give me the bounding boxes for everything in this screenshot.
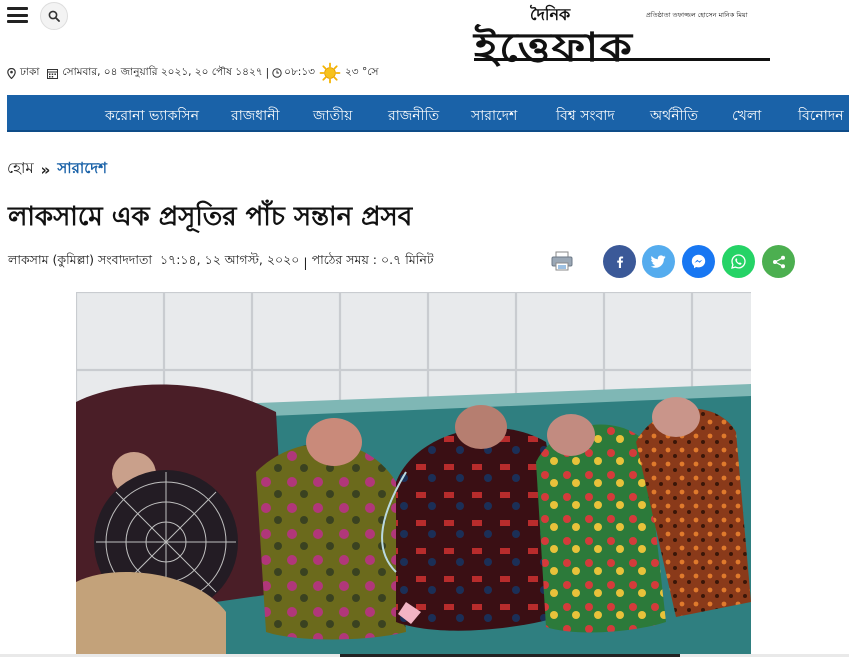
facebook-icon — [616, 256, 623, 268]
print-icon[interactable] — [551, 251, 573, 271]
article-meta: লাকসাম (কুমিল্লা) সংবাদদাতা ১৭:১৪, ১২ আগ… — [8, 252, 434, 272]
messenger-icon — [691, 254, 706, 269]
twitter-icon — [651, 255, 666, 268]
nav-item-capital[interactable]: রাজধানী — [231, 104, 280, 128]
location-pin-icon — [7, 67, 16, 79]
whatsapp-share-button[interactable] — [722, 245, 755, 278]
main-nav: করোনা ভ্যাকসিন রাজধানী জাতীয় রাজনীতি সা… — [7, 95, 849, 132]
meta-divider: | — [303, 254, 308, 270]
location-text: ঢাকা — [20, 65, 40, 78]
time-text: ০৮:১৩ — [284, 65, 315, 78]
calendar-icon — [47, 68, 59, 79]
logo-underline — [474, 58, 770, 61]
logo-tagline: প্রতিষ্ঠাতা তফাজ্জল হোসেন মানিক মিয়া — [646, 11, 748, 19]
messenger-share-button[interactable] — [682, 245, 715, 278]
nav-item-entertainment[interactable]: বিনোদন — [798, 104, 844, 128]
sharethis-share-button[interactable] — [762, 245, 795, 278]
whatsapp-icon — [731, 254, 746, 269]
menu-icon[interactable] — [7, 7, 28, 23]
nav-item-politics[interactable]: রাজনীতি — [388, 104, 439, 128]
search-button[interactable] — [40, 2, 68, 30]
temperature-text: ২৩ °সে — [344, 65, 379, 78]
reading-time-value: ০.৭ মিনিট — [381, 252, 434, 267]
site-logo[interactable]: দৈনিক প্রতিষ্ঠাতা তফাজ্জল হোসেন মানিক মি… — [474, 4, 774, 71]
breadcrumb: হোম » সারাদেশ — [7, 157, 107, 182]
article-reporter: লাকসাম (কুমিল্লা) সংবাদদাতা — [8, 252, 152, 267]
divider: | — [265, 67, 270, 79]
breadcrumb-section[interactable]: সারাদেশ — [57, 157, 107, 182]
breadcrumb-home[interactable]: হোম — [7, 157, 34, 182]
article-photo — [76, 292, 751, 657]
nav-item-world-news[interactable]: বিশ্ব সংবাদ — [556, 104, 615, 128]
sun-weather-icon — [319, 62, 341, 84]
article-title: লাকসামে এক প্রসূতির পাঁচ সন্তান প্রসব — [8, 202, 413, 232]
clock-icon — [272, 68, 282, 78]
info-bar: ঢাকা সোমবার, ০৪ জানুয়ারি ২০২১, ২০ পৌষ ১… — [7, 62, 379, 84]
share-icon — [772, 255, 785, 268]
nav-item-countrywide[interactable]: সারাদেশ — [471, 104, 517, 128]
search-icon — [48, 10, 60, 22]
article-published: ১৭:১৪, ১২ আগস্ট, ২০২০ — [159, 252, 300, 267]
facebook-share-button[interactable] — [603, 245, 636, 278]
photo-newborns-illustration — [76, 292, 751, 657]
nav-item-national[interactable]: জাতীয় — [313, 104, 352, 128]
nav-item-sports[interactable]: খেলা — [732, 104, 761, 128]
breadcrumb-separator: » — [40, 160, 51, 179]
nav-item-corona-vaccine[interactable]: করোনা ভ্যাকসিন — [105, 104, 199, 128]
logo-main-text: ইত্তেফাক — [474, 24, 634, 71]
reading-time-label: পাঠের সময় : — [311, 252, 378, 267]
date-text: সোমবার, ০৪ জানুয়ারি ২০২১, ২০ পৌষ ১৪২৭ — [62, 65, 263, 78]
twitter-share-button[interactable] — [642, 245, 675, 278]
nav-item-economy[interactable]: অর্থনীতি — [650, 104, 698, 128]
